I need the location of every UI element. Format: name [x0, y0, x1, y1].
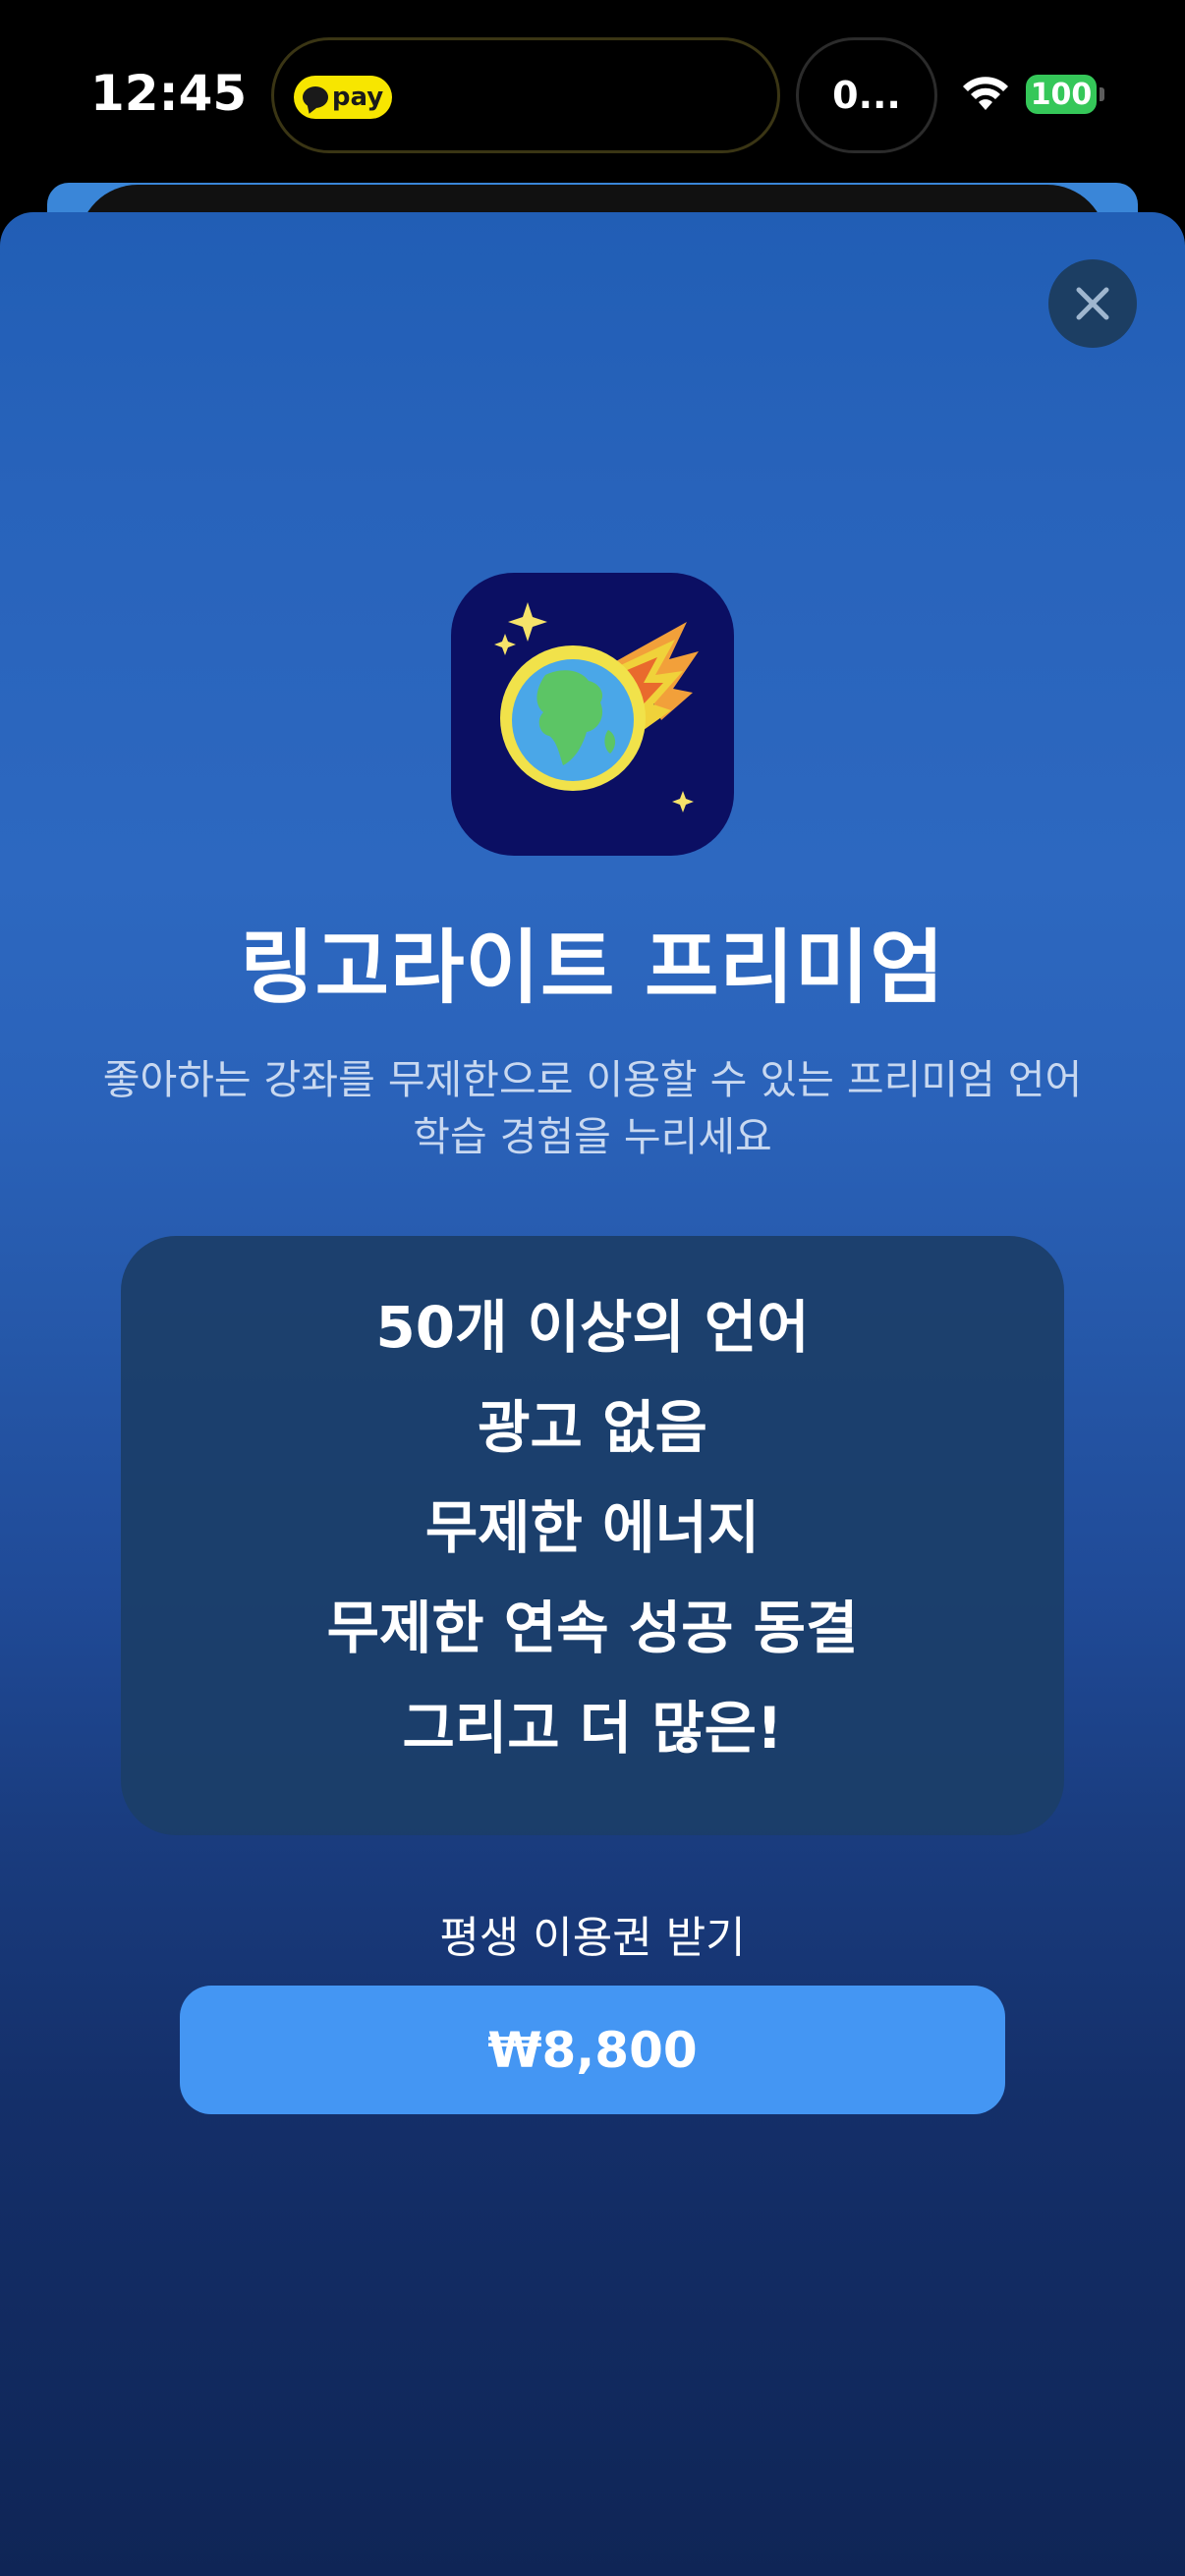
purchase-button[interactable]: ₩8,800	[180, 1986, 1005, 2114]
pay-badge-label: pay	[331, 83, 384, 112]
kakao-pay-badge: pay	[294, 76, 392, 119]
comet-earth-icon	[494, 602, 699, 812]
subtitle-line-2: 학습 경험을 누리세요	[413, 1113, 772, 1160]
subtitle-line-1: 좋아하는 강좌를 무제한으로 이용할 수 있는 프리미엄 언어	[102, 1056, 1083, 1103]
dynamic-island-right[interactable]: 0...	[796, 37, 937, 153]
features-card: 50개 이상의 언어 광고 없음 무제한 에너지 무제한 연속 성공 동결 그리…	[121, 1236, 1064, 1835]
island-text: 0...	[832, 74, 901, 117]
feature-item: 50개 이상의 언어	[375, 1294, 810, 1361]
status-time: 12:45	[90, 65, 248, 122]
subtitle: 좋아하는 강좌를 무제한으로 이용할 수 있는 프리미엄 언어 학습 경험을 누…	[59, 1051, 1126, 1165]
page-title: 링고라이트 프리미엄	[240, 922, 945, 1015]
feature-item: 무제한 연속 성공 동결	[326, 1595, 859, 1661]
feature-item: 무제한 에너지	[424, 1494, 761, 1561]
wifi-icon	[963, 77, 1008, 110]
chat-bubble-icon	[302, 86, 328, 108]
close-icon	[1076, 287, 1109, 320]
screen: 12:45 pay 0... 100 링고라이트 프리미엄 좋아하는 강좌를 무…	[0, 0, 1185, 2576]
dynamic-island-left[interactable]: pay	[271, 37, 780, 153]
app-icon	[451, 573, 734, 856]
feature-item: 그리고 더 많은!	[402, 1695, 783, 1762]
price-label: ₩8,800	[487, 2021, 698, 2079]
status-bar: 12:45 pay 0... 100	[0, 0, 1185, 187]
lifetime-label: 평생 이용권 받기	[439, 1913, 746, 1963]
battery-indicator: 100	[1026, 75, 1104, 114]
feature-item: 광고 없음	[478, 1394, 707, 1461]
battery-level: 100	[1030, 77, 1093, 112]
close-button[interactable]	[1048, 259, 1137, 348]
